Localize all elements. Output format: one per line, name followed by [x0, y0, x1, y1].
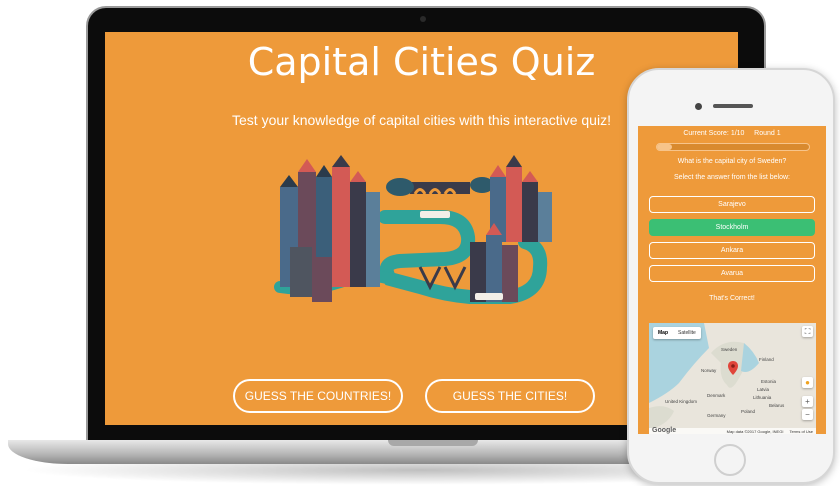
map-label: United Kingdom: [665, 399, 698, 404]
map-label: Latvia: [757, 387, 770, 392]
score-line: Current Score: 1/10 Round 1: [683, 130, 781, 137]
tree-icon: [386, 178, 414, 196]
phone-screen: Current Score: 1/10 Round 1 What is the …: [638, 126, 826, 434]
map-widget[interactable]: Map Satellite ⛶ Sweden Finland Norway Es…: [649, 323, 816, 434]
zoom-in-button[interactable]: +: [802, 396, 813, 407]
fullscreen-icon[interactable]: ⛶: [802, 326, 813, 337]
phone-frame: Current Score: 1/10 Round 1 What is the …: [627, 68, 835, 484]
map-type-tabs: Map Satellite: [653, 327, 701, 339]
map-terms-link[interactable]: Terms of Use: [789, 429, 813, 434]
boat: [420, 211, 450, 218]
answer-option[interactable]: Sarajevo: [649, 196, 815, 213]
answer-option[interactable]: Ankara: [649, 242, 815, 259]
progress-bar: [656, 143, 810, 151]
map-attribution: Map data ©2017 Google, INEGI: [726, 429, 784, 434]
map-label: Poland: [741, 409, 756, 414]
map-label: Estonia: [761, 379, 777, 384]
map-label: Lithuania: [753, 395, 772, 400]
phone-camera: [695, 103, 702, 110]
progress-fill: [657, 144, 673, 150]
map-tab-map[interactable]: Map: [653, 327, 673, 339]
pegman-icon[interactable]: ●: [802, 377, 813, 388]
map-label: Norway: [701, 368, 717, 373]
map-tab-satellite[interactable]: Satellite: [673, 327, 701, 339]
city-illustration: [274, 155, 552, 304]
instruction-text: Select the answer from the list below:: [674, 174, 790, 181]
guess-cities-button[interactable]: GUESS THE CITIES!: [425, 379, 595, 413]
question-text: What is the capital city of Sweden?: [677, 158, 787, 165]
map-pin-icon: [728, 361, 738, 375]
map-label: Sweden: [721, 347, 738, 352]
map-label: Finland: [759, 357, 774, 362]
map-label: Germany: [707, 413, 726, 418]
phone-speaker: [713, 104, 753, 108]
guess-countries-button[interactable]: GUESS THE COUNTRIES!: [233, 379, 403, 413]
boat: [475, 293, 503, 300]
google-logo: Google: [652, 427, 677, 434]
map-label: Belarus: [769, 403, 785, 408]
laptop-notch: [388, 440, 478, 446]
map-land: [649, 323, 816, 434]
zoom-out-button[interactable]: −: [802, 409, 813, 420]
phone-home-button[interactable]: [714, 444, 746, 476]
laptop-camera: [420, 16, 426, 22]
answer-option[interactable]: Avarua: [649, 265, 815, 282]
left-buildings: [280, 155, 380, 302]
answer-option-correct[interactable]: Stockholm: [649, 219, 815, 236]
feedback-text: That's Correct!: [709, 295, 755, 302]
map-label: Denmark: [707, 393, 726, 398]
